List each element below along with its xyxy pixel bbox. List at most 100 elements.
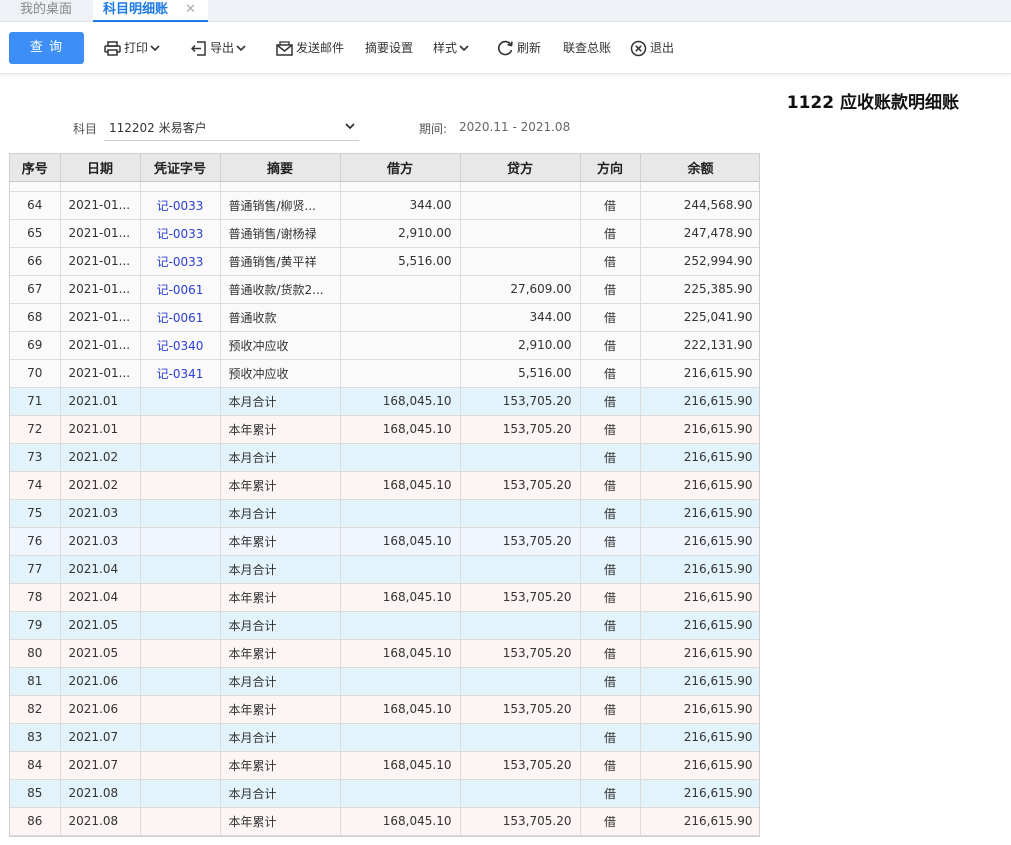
table-row[interactable]: 67 2021-01... 记-0061 普通收款/货款2... 27,609.00 借 2… (10, 275, 759, 304)
cell-seq: 84 (10, 751, 61, 780)
table-row[interactable]: 65 2021-01... 记-0033 普通销售/谢杨禄 2,910.00 借 247,4… (10, 219, 759, 248)
tab-my-desktop[interactable]: 我的桌面 (0, 0, 92, 22)
cell-summary: 本年累计 (220, 583, 341, 612)
cell-direction: 借 (580, 247, 641, 276)
send-email-button[interactable]: 发送邮件 (276, 38, 344, 58)
cell-balance: 216,615.90 (640, 359, 759, 388)
table-row[interactable]: 86 2021.08 本年累计 168,045.10 153,705.20 借 216,61… (10, 807, 759, 836)
cell-balance: 216,615.90 (640, 471, 759, 500)
cell-balance: 216,615.90 (640, 555, 759, 584)
voucher-link[interactable]: 记-0033 (140, 191, 221, 220)
cell-seq: 64 (10, 191, 61, 220)
table-row[interactable]: 83 2021.07 本月合计 借 216,615.90 (10, 723, 759, 752)
cell-seq: 82 (10, 695, 61, 724)
tab-subject-ledger[interactable]: 科目明细账 ✕ (93, 0, 208, 22)
cell-credit (460, 779, 581, 808)
subject-label: 科目 (73, 122, 98, 136)
cell-seq: 78 (10, 583, 61, 612)
table-row[interactable]: 72 2021.01 本年累计 168,045.10 153,705.20 借 216,61… (10, 415, 759, 444)
cell-debit (340, 359, 461, 388)
style-label: 样式 (433, 41, 458, 55)
cell-balance: 216,615.90 (640, 583, 759, 612)
cell-voucher (140, 555, 221, 584)
send-email-label: 发送邮件 (296, 41, 345, 55)
table-row[interactable]: 71 2021.01 本月合计 168,045.10 153,705.20 借 216,61… (10, 387, 759, 416)
header-summary[interactable]: 摘要 (220, 154, 341, 182)
cell-summary: 预收冲应收 (220, 359, 341, 388)
period-value: 2020.11 - 2021.08 (459, 120, 571, 134)
table-row[interactable]: 64 2021-01... 记-0033 普通销售/柳贤... 344.00 借 244,5… (10, 191, 759, 220)
ledger-table: 序号 日期 凭证字号 摘要 借方 贷方 方向 余额 64 2021-01... 记-… (10, 154, 759, 836)
print-button[interactable]: 打印 (104, 38, 163, 58)
voucher-link[interactable]: 记-0033 (140, 247, 221, 276)
header-balance[interactable]: 余额 (640, 154, 759, 182)
table-row[interactable]: 73 2021.02 本月合计 借 216,615.90 (10, 443, 759, 472)
cell-direction: 借 (580, 779, 641, 808)
cell-date: 2021.02 (60, 443, 141, 472)
cell-summary: 本年累计 (220, 695, 341, 724)
table-row[interactable]: 81 2021.06 本月合计 借 216,615.90 (10, 667, 759, 696)
print-label: 打印 (124, 41, 149, 55)
header-debit[interactable]: 借方 (340, 154, 461, 182)
cell-credit: 5,516.00 (460, 359, 581, 388)
cell-date: 2021.03 (60, 499, 141, 528)
cell-voucher (140, 807, 221, 836)
cell-credit (460, 443, 581, 472)
table-row[interactable]: 80 2021.05 本年累计 168,045.10 153,705.20 借 216,61… (10, 639, 759, 668)
table-row[interactable]: 76 2021.03 本年累计 168,045.10 153,705.20 借 216,61… (10, 527, 759, 556)
table-row[interactable]: 82 2021.06 本年累计 168,045.10 153,705.20 借 216,61… (10, 695, 759, 724)
table-header-row: 序号 日期 凭证字号 摘要 借方 贷方 方向 余额 (10, 154, 759, 182)
cell-date: 2021-01... (60, 359, 141, 388)
table-row[interactable]: 68 2021-01... 记-0061 普通收款 344.00 借 225,041.90 (10, 303, 759, 332)
cell-credit (460, 191, 581, 220)
voucher-link[interactable]: 记-0033 (140, 219, 221, 248)
cell-date: 2021.06 (60, 695, 141, 724)
table-row[interactable]: 84 2021.07 本年累计 168,045.10 153,705.20 借 216,61… (10, 751, 759, 780)
cell-direction: 借 (580, 191, 641, 220)
table-row[interactable]: 66 2021-01... 记-0033 普通销售/黄平祥 5,516.00 借 252,9… (10, 247, 759, 276)
cell-summary: 本年累计 (220, 471, 341, 500)
table-row[interactable]: 69 2021-01... 记-0340 预收冲应收 2,910.00 借 222,131.… (10, 331, 759, 360)
ledger-table-container[interactable]: 序号 日期 凭证字号 摘要 借方 贷方 方向 余额 64 2021-01... 记-… (9, 153, 760, 837)
table-row[interactable]: 75 2021.03 本月合计 借 216,615.90 (10, 499, 759, 528)
header-direction[interactable]: 方向 (580, 154, 641, 182)
refresh-button[interactable]: 刷新 (497, 38, 541, 58)
style-button[interactable]: 样式 (433, 38, 472, 58)
cell-balance: 222,131.90 (640, 331, 759, 360)
header-date[interactable]: 日期 (60, 154, 141, 182)
table-row[interactable]: 77 2021.04 本月合计 借 216,615.90 (10, 555, 759, 584)
subject-select[interactable]: 112202 米易客户 (104, 115, 359, 141)
table-row[interactable]: 70 2021-01... 记-0341 预收冲应收 5,516.00 借 216,615.… (10, 359, 759, 388)
cell-debit: 168,045.10 (340, 387, 461, 416)
table-row[interactable]: 79 2021.05 本月合计 借 216,615.90 (10, 611, 759, 640)
cell-voucher (140, 415, 221, 444)
table-row[interactable]: 78 2021.04 本年累计 168,045.10 153,705.20 借 216,61… (10, 583, 759, 612)
summary-settings-button[interactable]: 摘要设置 (365, 38, 413, 58)
table-row[interactable]: 85 2021.08 本月合计 借 216,615.90 (10, 779, 759, 808)
cell-debit: 5,516.00 (340, 247, 461, 276)
table-row[interactable]: 74 2021.02 本年累计 168,045.10 153,705.20 借 216,61… (10, 471, 759, 500)
cell-voucher (140, 387, 221, 416)
cell-seq: 76 (10, 527, 61, 556)
query-button[interactable]: 查 询 (9, 32, 84, 64)
linked-ledger-button[interactable]: 联查总账 (563, 38, 611, 58)
voucher-link[interactable]: 记-0061 (140, 303, 221, 332)
header-voucher[interactable]: 凭证字号 (140, 154, 221, 182)
header-seq[interactable]: 序号 (10, 154, 61, 182)
cell-direction: 借 (580, 415, 641, 444)
cell-date: 2021.05 (60, 611, 141, 640)
cell-direction: 借 (580, 331, 641, 360)
voucher-link[interactable]: 记-0341 (140, 359, 221, 388)
voucher-link[interactable]: 记-0061 (140, 275, 221, 304)
export-button[interactable]: 导出 (191, 38, 249, 58)
exit-button[interactable]: 退出 (630, 38, 674, 58)
cell-balance: 216,615.90 (640, 443, 759, 472)
cell-direction: 借 (580, 807, 641, 836)
cell-seq: 81 (10, 667, 61, 696)
cell-direction: 借 (580, 527, 641, 556)
cell-balance: 244,568.90 (640, 191, 759, 220)
voucher-link[interactable]: 记-0340 (140, 331, 221, 360)
close-icon[interactable]: ✕ (185, 0, 196, 20)
close-circle-icon (630, 40, 647, 56)
header-credit[interactable]: 贷方 (460, 154, 581, 182)
